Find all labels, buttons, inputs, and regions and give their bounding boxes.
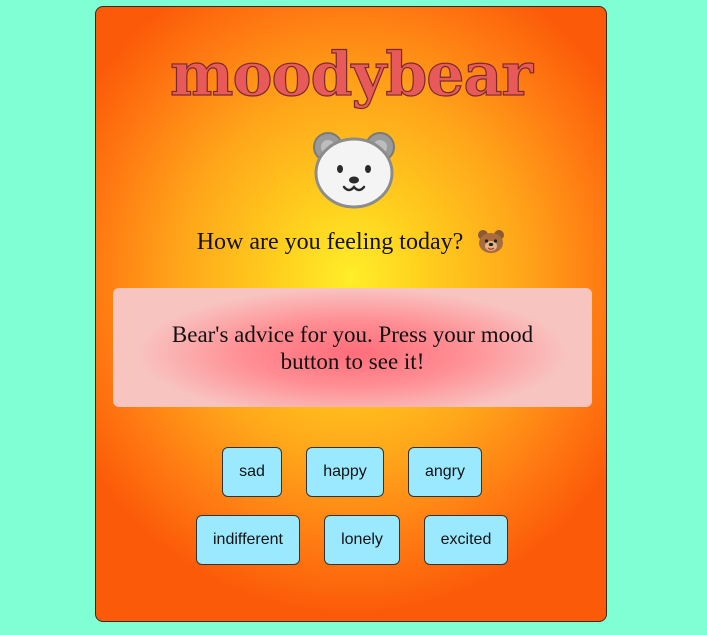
polar-bear-face-icon: [313, 132, 395, 209]
mood-button-angry[interactable]: angry: [408, 447, 482, 497]
brown-bear-face-icon: [478, 230, 505, 254]
advice-text: Bear's advice for you. Press your mood b…: [171, 321, 534, 374]
mood-button-excited[interactable]: excited: [424, 515, 508, 565]
question-text: How are you feeling today?: [196, 229, 464, 255]
mood-question: How are you feeling today?: [96, 227, 606, 257]
mood-button-indifferent[interactable]: indifferent: [196, 515, 300, 565]
mood-button-lonely[interactable]: lonely: [324, 515, 400, 565]
mood-button-happy[interactable]: happy: [306, 447, 384, 497]
advice-box: Bear's advice for you. Press your mood b…: [113, 288, 592, 407]
app-card: moodybear How are you feeling today? Bea…: [95, 6, 607, 622]
mood-button-sad[interactable]: sad: [222, 447, 282, 497]
app-title: moodybear: [169, 40, 533, 110]
